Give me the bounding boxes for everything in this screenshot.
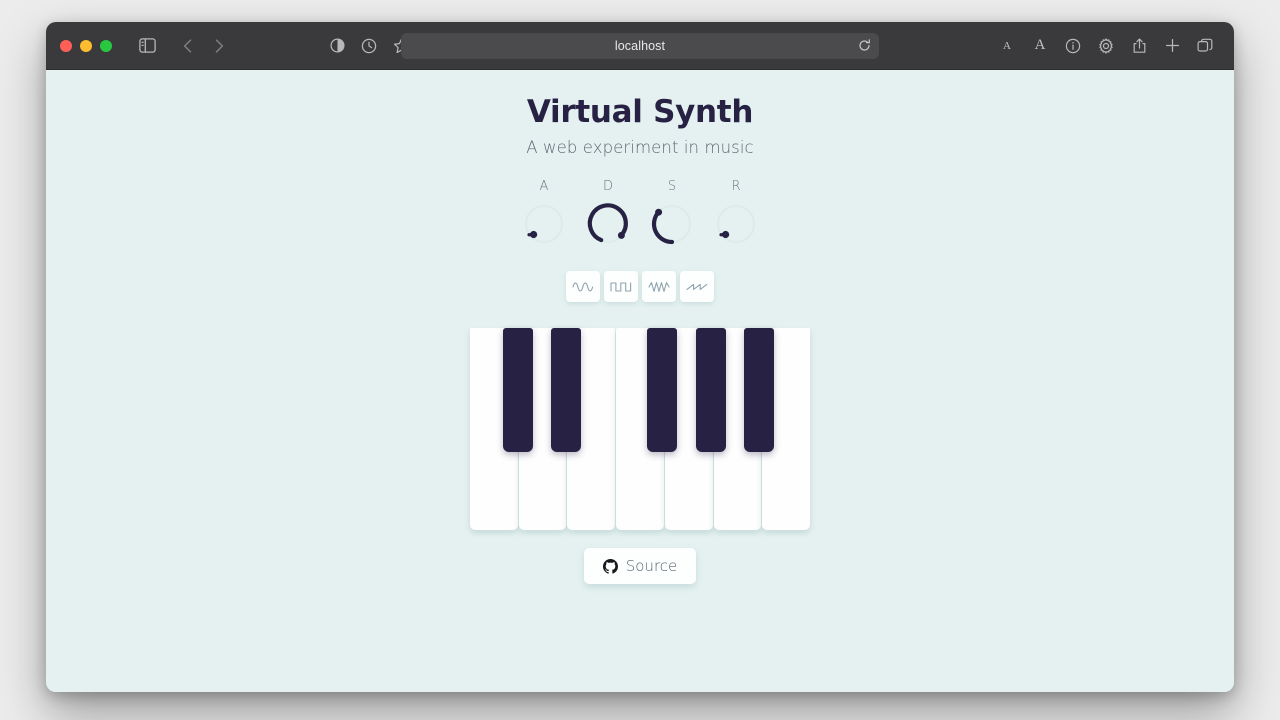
piano-key-white[interactable]: [567, 328, 616, 530]
piano-key-white[interactable]: [470, 328, 518, 530]
knob-sustain-label: S: [667, 179, 677, 194]
info-icon[interactable]: [1058, 31, 1088, 61]
history-icon[interactable]: [354, 31, 384, 61]
font-increase-icon[interactable]: A: [1025, 31, 1055, 61]
navigation-buttons: [172, 31, 234, 61]
back-icon[interactable]: [172, 31, 202, 61]
source-button[interactable]: Source: [583, 548, 697, 584]
page-viewport: Virtual Synth A web experiment in music …: [46, 70, 1234, 692]
knob-sustain-dial[interactable]: [651, 203, 693, 245]
github-icon: [602, 558, 618, 574]
knob-attack-label: A: [539, 179, 549, 194]
toolbar-right-tools: A A: [992, 31, 1220, 61]
square-wave-icon: [610, 281, 632, 293]
url-text: localhost: [614, 38, 666, 53]
white-key-row: [470, 328, 811, 530]
sine-wave-icon: [572, 281, 594, 293]
synth-app: Virtual Synth A web experiment in music …: [46, 94, 1234, 584]
window-controls: [60, 39, 112, 52]
knob-release-dial[interactable]: [715, 203, 757, 245]
new-tab-icon[interactable]: [1157, 31, 1187, 61]
piano-key-white[interactable]: [713, 328, 762, 530]
knob-attack[interactable]: A: [519, 179, 569, 245]
knob-attack-dial[interactable]: [523, 203, 565, 245]
piano-key-white[interactable]: [664, 328, 713, 530]
maximize-window-button[interactable]: [100, 39, 112, 52]
knob-release[interactable]: R: [711, 179, 761, 245]
shield-icon[interactable]: [322, 31, 352, 61]
knob-decay-label: D: [602, 179, 613, 194]
waveform-sine-button[interactable]: [566, 271, 600, 302]
knob-decay[interactable]: D: [583, 179, 633, 245]
page-subtitle: A web experiment in music: [526, 138, 754, 157]
close-window-button[interactable]: [60, 39, 72, 52]
adsr-knob-group: A D S R: [519, 179, 761, 245]
page-title: Virtual Synth: [526, 94, 754, 130]
triangle-wave-icon: [648, 281, 670, 293]
settings-gear-icon[interactable]: [1091, 31, 1121, 61]
waveform-triangle-button[interactable]: [642, 271, 676, 302]
reload-icon[interactable]: [855, 37, 873, 55]
piano-keyboard: [470, 328, 811, 530]
tab-overview-icon[interactable]: [1190, 31, 1220, 61]
font-decrease-icon[interactable]: A: [992, 31, 1022, 61]
piano-key-white[interactable]: [518, 328, 567, 530]
knob-release-label: R: [731, 179, 741, 194]
share-icon[interactable]: [1124, 31, 1154, 61]
piano-key-white[interactable]: [616, 328, 664, 530]
address-bar[interactable]: localhost: [401, 32, 879, 59]
minimize-window-button[interactable]: [80, 39, 92, 52]
browser-toolbar: localhost A A: [46, 22, 1234, 70]
piano-key-white[interactable]: [762, 328, 811, 530]
sawtooth-wave-icon: [686, 281, 708, 293]
knob-decay-dial[interactable]: [587, 203, 629, 245]
waveform-selector: [566, 271, 714, 302]
browser-window: localhost A A Virtual Synth A web experi…: [46, 22, 1234, 692]
waveform-square-button[interactable]: [604, 271, 638, 302]
waveform-sawtooth-button[interactable]: [680, 271, 714, 302]
source-button-label: Source: [625, 557, 678, 575]
forward-icon[interactable]: [204, 31, 234, 61]
knob-sustain[interactable]: S: [647, 179, 697, 245]
sidebar-icon[interactable]: [132, 31, 162, 61]
